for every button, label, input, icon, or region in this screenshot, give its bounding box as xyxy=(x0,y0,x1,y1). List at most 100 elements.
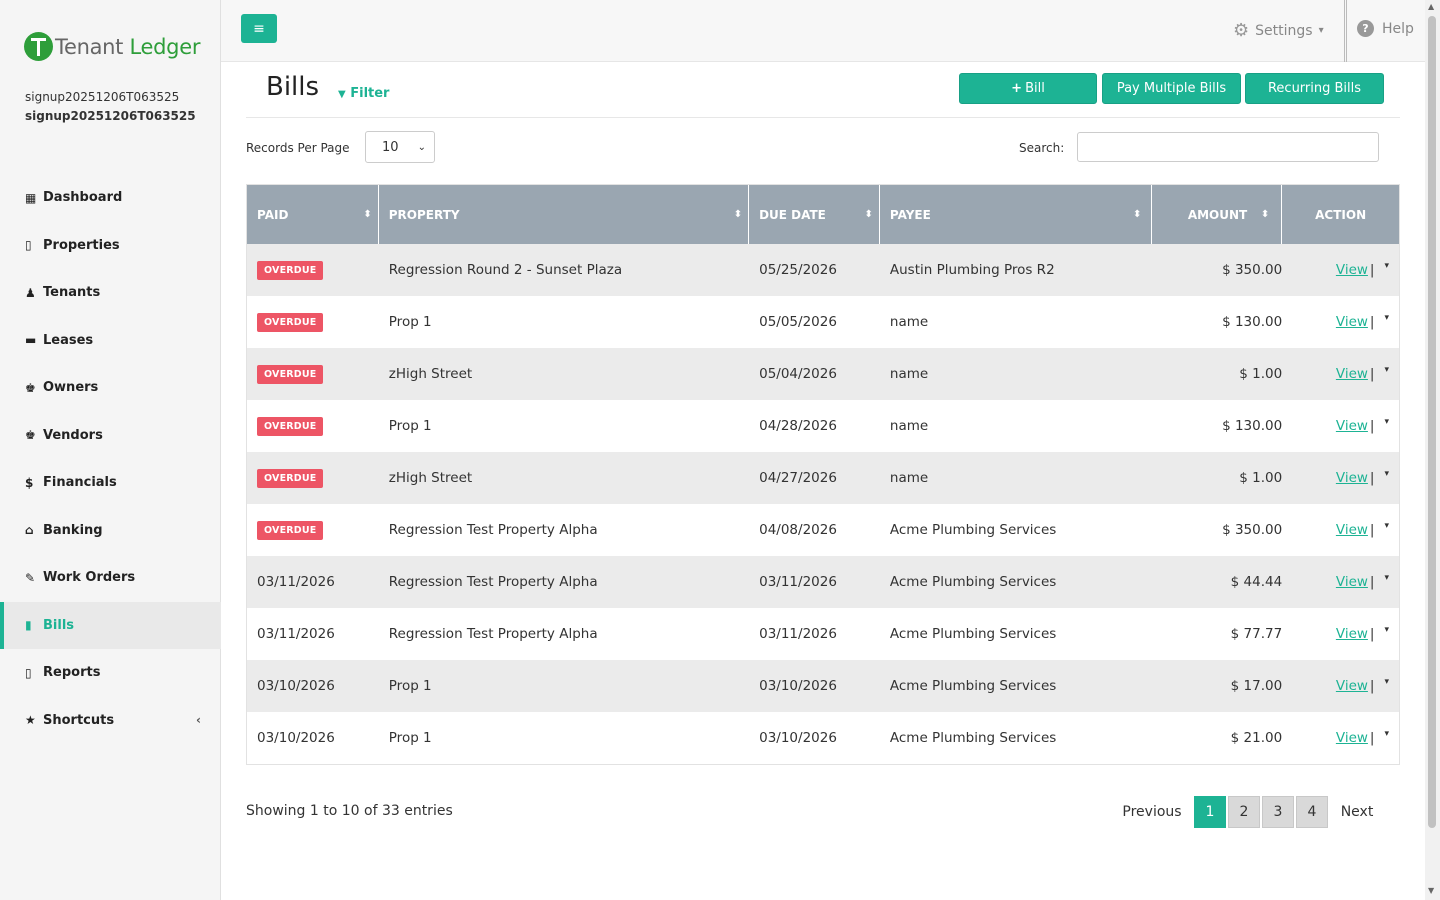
column-header-due-date[interactable]: DUE DATE ⬍ xyxy=(749,185,880,244)
caret-down-icon[interactable]: ▾ xyxy=(1384,625,1389,635)
action-separator: | xyxy=(1369,262,1375,278)
sidebar-item-vendors[interactable]: ♚ Vendors xyxy=(0,412,221,460)
cell-action: View | ▾ xyxy=(1282,608,1399,660)
view-link[interactable]: View xyxy=(1336,678,1368,694)
bills-table: PAID ⬍ PROPERTY ⬍ DUE DATE ⬍ PAYEE ⬍ AMOUNT ⬍… xyxy=(246,184,1400,765)
cell-action: View | ▾ xyxy=(1282,296,1399,348)
view-link[interactable]: View xyxy=(1336,522,1368,538)
help-link[interactable]: ? Help xyxy=(1357,20,1414,37)
scroll-down-icon[interactable]: ▼ xyxy=(1428,886,1434,895)
recurring-bills-button[interactable]: Recurring Bills xyxy=(1245,73,1384,104)
view-link[interactable]: View xyxy=(1336,262,1368,278)
cell-amount: $ 1.00 xyxy=(1239,470,1283,486)
view-link[interactable]: View xyxy=(1336,314,1368,330)
sidebar-item-tenants[interactable]: ♟ Tenants xyxy=(0,269,221,317)
sidebar-item-reports[interactable]: ▯ Reports xyxy=(0,649,221,697)
cell-payee: Acme Plumbing Services xyxy=(889,522,1057,538)
cell-property: Prop 1 xyxy=(388,314,432,330)
pagination-page[interactable]: 2 xyxy=(1228,796,1260,828)
view-link[interactable]: View xyxy=(1336,366,1368,382)
overdue-badge: OVERDUE xyxy=(257,416,324,436)
help-label: Help xyxy=(1382,20,1414,37)
sidebar-item-bills[interactable]: ▮ Bills xyxy=(0,601,221,649)
pay-multiple-bills-button[interactable]: Pay Multiple Bills xyxy=(1102,73,1241,104)
caret-down-icon[interactable]: ▾ xyxy=(1384,417,1389,427)
view-link[interactable]: View xyxy=(1336,574,1368,590)
user-info: signup20251206T063525 signup20251206T063… xyxy=(25,88,196,126)
pagination-previous[interactable]: Previous xyxy=(1116,796,1188,828)
caret-down-icon[interactable]: ▾ xyxy=(1384,261,1389,271)
gear-icon: ⚙ xyxy=(1233,20,1250,41)
filter-button[interactable]: ▼ Filter xyxy=(338,86,389,101)
view-link[interactable]: View xyxy=(1336,470,1368,486)
cell-property: Prop 1 xyxy=(388,418,432,434)
caret-down-icon[interactable]: ▾ xyxy=(1384,677,1389,687)
settings-menu[interactable]: ⚙ Settings ▾ xyxy=(1233,20,1324,41)
overdue-badge: OVERDUE xyxy=(257,468,324,488)
banking-icon: ⌂ xyxy=(25,523,34,538)
cell-paid: 03/11/2026 xyxy=(247,608,379,660)
scrollbar-thumb[interactable] xyxy=(1428,16,1436,828)
cell-due-date: 04/08/2026 xyxy=(759,522,837,538)
cell-property: Regression Test Property Alpha xyxy=(388,522,598,538)
cell-property: Regression Test Property Alpha xyxy=(388,626,598,642)
cell-action: View | ▾ xyxy=(1282,712,1399,764)
add-bill-button[interactable]: + Bill xyxy=(959,73,1097,104)
cell-action: View | ▾ xyxy=(1282,504,1399,556)
logo[interactable]: Tenant Ledger xyxy=(24,32,200,61)
column-header-property[interactable]: PROPERTY ⬍ xyxy=(379,185,750,244)
caret-down-icon[interactable]: ▾ xyxy=(1384,729,1389,739)
action-separator: | xyxy=(1369,574,1375,590)
scrollbar[interactable]: ▲ ▼ xyxy=(1425,0,1440,900)
action-separator: | xyxy=(1369,470,1375,486)
table-row: OVERDUE Regression Test Property Alpha 04/… xyxy=(247,504,1399,556)
records-per-page-label: Records Per Page xyxy=(246,141,350,155)
sidebar-item-financials[interactable]: $ Financials xyxy=(0,459,221,507)
financials-icon: $ xyxy=(25,475,34,490)
caret-down-icon[interactable]: ▾ xyxy=(1384,573,1389,583)
cell-due-date: 03/10/2026 xyxy=(759,678,837,694)
sidebar-item-shortcuts[interactable]: ★ Shortcuts ‹ xyxy=(0,697,221,745)
view-link[interactable]: View xyxy=(1336,626,1368,642)
search-input[interactable] xyxy=(1077,132,1379,162)
pagination-page[interactable]: 1 xyxy=(1194,796,1226,828)
caret-down-icon[interactable]: ▾ xyxy=(1384,313,1389,323)
cell-property: Regression Round 2 - Sunset Plaza xyxy=(388,262,623,278)
column-header-payee[interactable]: PAYEE ⬍ xyxy=(880,185,1153,244)
column-header-amount[interactable]: AMOUNT ⬍ xyxy=(1152,185,1283,244)
pagination-next[interactable]: Next xyxy=(1332,796,1382,828)
overdue-badge: OVERDUE xyxy=(257,364,324,384)
view-link[interactable]: View xyxy=(1336,730,1368,746)
table-row: OVERDUE zHigh Street 05/04/2026 name $ 1.00 V… xyxy=(247,348,1399,400)
cell-due-date: 03/11/2026 xyxy=(759,574,837,590)
sidebar-item-label: Reports xyxy=(43,665,101,681)
view-link[interactable]: View xyxy=(1336,418,1368,434)
settings-label: Settings xyxy=(1255,22,1313,39)
chevron-left-icon[interactable]: ‹ xyxy=(196,713,201,727)
action-separator: | xyxy=(1369,626,1375,642)
caret-down-icon[interactable]: ▾ xyxy=(1384,365,1389,375)
sidebar-item-dashboard[interactable]: ▦ Dashboard xyxy=(0,174,221,222)
caret-down-icon[interactable]: ▾ xyxy=(1384,521,1389,531)
cell-paid: OVERDUE xyxy=(247,244,379,296)
sidebar-item-leases[interactable]: ▬ Leases xyxy=(0,317,221,365)
pagination-page[interactable]: 4 xyxy=(1296,796,1328,828)
cell-property: Prop 1 xyxy=(388,678,432,694)
menu-toggle-button[interactable]: ≡ xyxy=(241,14,277,43)
sidebar-item-label: Properties xyxy=(43,237,120,253)
caret-down-icon[interactable]: ▾ xyxy=(1384,469,1389,479)
sidebar-item-owners[interactable]: ♚ Owners xyxy=(0,364,221,412)
scroll-up-icon[interactable]: ▲ xyxy=(1428,2,1434,11)
sidebar-item-work-orders[interactable]: ✎ Work Orders xyxy=(0,554,221,602)
column-header-paid[interactable]: PAID ⬍ xyxy=(247,185,379,244)
records-per-page-select[interactable]: 10 ⌄ xyxy=(365,131,435,163)
pagination-page[interactable]: 3 xyxy=(1262,796,1294,828)
cell-action: View | ▾ xyxy=(1282,400,1399,452)
filter-icon: ▼ xyxy=(338,89,346,100)
sidebar-item-properties[interactable]: ▯ Properties xyxy=(0,222,221,270)
cell-action: View | ▾ xyxy=(1282,556,1399,608)
cell-payee: Acme Plumbing Services xyxy=(889,730,1057,746)
sidebar-item-label: Dashboard xyxy=(43,190,123,206)
sidebar-item-banking[interactable]: ⌂ Banking xyxy=(0,507,221,555)
sort-icon: ⬍ xyxy=(864,209,873,220)
